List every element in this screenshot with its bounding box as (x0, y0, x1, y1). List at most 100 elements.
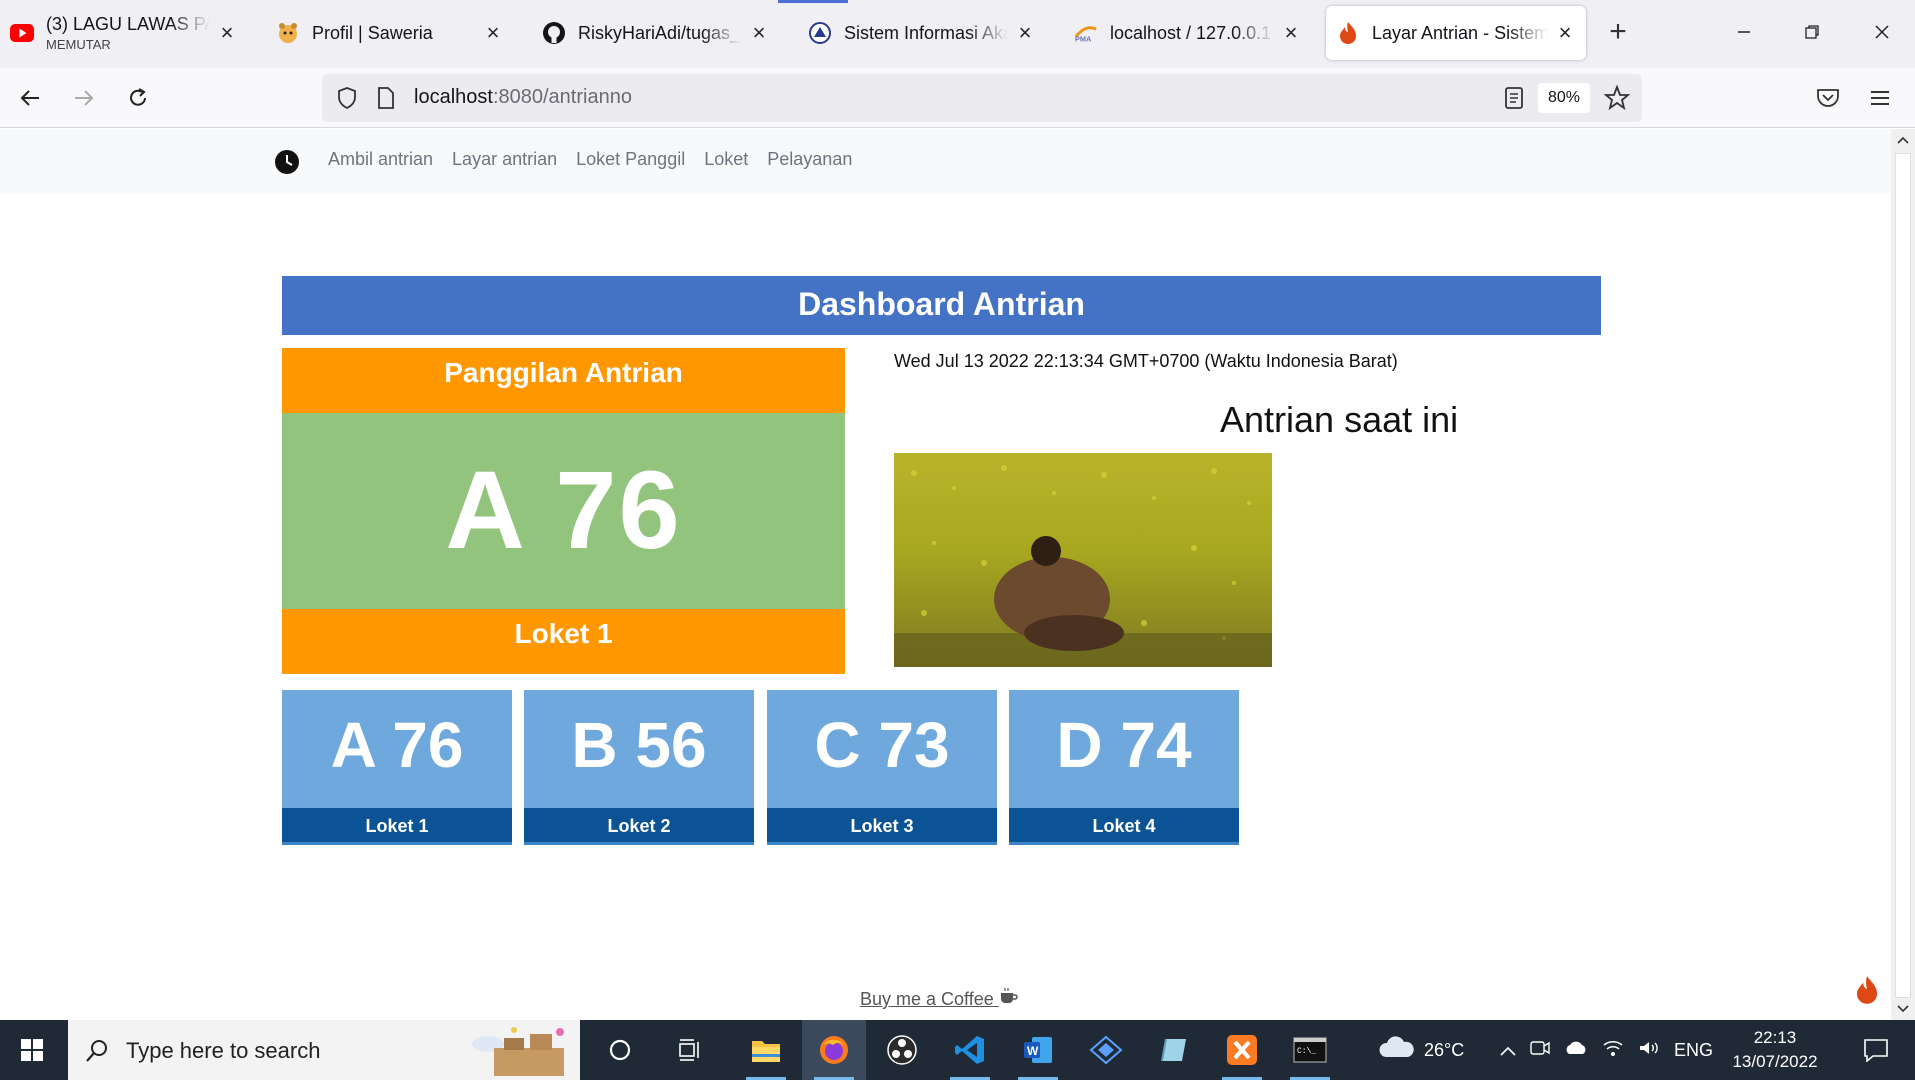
back-icon[interactable] (12, 80, 48, 116)
page-info-icon[interactable] (376, 86, 396, 115)
loket-card: B 56 Loket 2 (524, 690, 754, 845)
loket-queue-number: A 76 (282, 690, 512, 808)
onedrive-icon[interactable] (1564, 1040, 1588, 1061)
loket-label: Loket 1 (282, 808, 512, 845)
video-player[interactable] (894, 453, 1272, 667)
loket-card: C 73 Loket 3 (767, 690, 997, 845)
close-tab-icon[interactable]: × (748, 20, 770, 46)
taskbar-clock[interactable]: 22:13 13/07/2022 (1710, 1026, 1840, 1074)
vscode-icon[interactable] (938, 1020, 1002, 1080)
clock-icon[interactable] (274, 149, 300, 180)
buy-me-a-coffee-link[interactable]: Buy me a Coffee (860, 987, 1019, 1010)
nav-link-pelayanan[interactable]: Pelayanan (767, 149, 852, 170)
task-view-icon[interactable] (658, 1020, 722, 1080)
tab-youtube[interactable]: (3) LAGU LAWAS PALING ENAK MEMUTAR × (0, 6, 248, 60)
close-window-icon[interactable] (1862, 14, 1902, 50)
tab-saweria[interactable]: Profil | Saweria × (266, 6, 514, 60)
tab-siakad[interactable]: Sistem Informasi Akademik × (798, 6, 1046, 60)
current-call-panel: Panggilan Antrian A 76 Loket 1 (282, 348, 845, 674)
search-icon (84, 1038, 110, 1069)
scroll-down-icon[interactable] (1891, 998, 1915, 1020)
coffee-cup-icon (999, 988, 1019, 1009)
wifi-icon[interactable] (1602, 1039, 1624, 1062)
loket-queue-number: C 73 (767, 690, 997, 808)
search-highlight-illustration (464, 1024, 576, 1080)
phpmyadmin-icon: PMA (1074, 21, 1098, 45)
cloud-icon (1378, 1035, 1416, 1066)
pocket-icon[interactable] (1810, 80, 1846, 116)
new-tab-button[interactable]: + (1600, 14, 1636, 50)
forward-icon[interactable] (66, 80, 102, 116)
command-prompt-icon[interactable]: C:\_ (1278, 1020, 1342, 1080)
file-explorer-icon[interactable] (734, 1020, 798, 1080)
taskbar-search-box[interactable]: Type here to search (68, 1020, 580, 1080)
site-nav-links: Ambil antrian Layar antrian Loket Panggi… (328, 149, 852, 170)
microsoft-word-icon[interactable]: W (1006, 1020, 1070, 1080)
notes-app-icon[interactable] (1142, 1020, 1206, 1080)
network-tool-icon[interactable] (1074, 1020, 1138, 1080)
obs-studio-icon[interactable] (870, 1020, 934, 1080)
menu-hamburger-icon[interactable] (1862, 80, 1898, 116)
url-host: localhost (414, 86, 493, 108)
current-queue-number: A 76 (282, 413, 845, 609)
tab-github[interactable]: RiskyHariAdi/tugas_UAS × (532, 6, 780, 60)
tracking-shield-icon[interactable] (336, 86, 358, 115)
close-tab-icon[interactable]: × (1014, 20, 1036, 46)
browser-navigation-bar: localhost:8080/antrianno 80% (0, 68, 1915, 128)
loket-queue-number: B 56 (524, 690, 754, 808)
restore-icon[interactable] (1792, 14, 1832, 50)
minimize-icon[interactable] (1724, 14, 1764, 50)
browser-tab-strip: (3) LAGU LAWAS PALING ENAK MEMUTAR × Pro… (0, 0, 1915, 68)
loket-card: A 76 Loket 1 (282, 690, 512, 845)
cortana-icon[interactable] (588, 1020, 652, 1080)
svg-text:PMA: PMA (1075, 34, 1092, 43)
nav-link-layar-antrian[interactable]: Layar antrian (452, 149, 557, 170)
tab-layar-antrian[interactable]: Layar Antrian - Sistem Antrian × (1326, 6, 1586, 60)
saweria-icon (276, 21, 300, 45)
marquee-text: Antrian saat ini (1220, 399, 1458, 440)
language-indicator[interactable]: ENG (1674, 1040, 1713, 1061)
meet-now-icon[interactable] (1530, 1039, 1550, 1062)
weather-temperature: 26°C (1424, 1039, 1465, 1060)
current-loket-label: Loket 1 (282, 609, 845, 674)
address-bar[interactable]: localhost:8080/antrianno 80% (322, 74, 1642, 122)
close-tab-icon[interactable]: × (216, 20, 238, 46)
search-placeholder: Type here to search (126, 1038, 321, 1063)
reload-icon[interactable] (120, 80, 156, 116)
site-navbar: Ambil antrian Layar antrian Loket Panggi… (0, 129, 1891, 193)
codeigniter-debug-icon[interactable] (1854, 975, 1880, 1010)
scrollbar-thumb[interactable] (1895, 153, 1911, 998)
windows-start-icon[interactable] (0, 1020, 64, 1080)
loket-label: Loket 4 (1009, 808, 1239, 845)
scroll-up-icon[interactable] (1891, 129, 1915, 151)
nav-link-ambil-antrian[interactable]: Ambil antrian (328, 149, 433, 170)
call-panel-header: Panggilan Antrian (282, 348, 845, 413)
chevron-up-icon[interactable] (1500, 1040, 1516, 1061)
clock-time: 22:13 (1753, 1028, 1797, 1047)
clock-date: 13/07/2022 (1732, 1052, 1818, 1071)
loket-label: Loket 2 (524, 808, 754, 845)
notification-center-icon[interactable] (1846, 1020, 1906, 1080)
footer-link-label: Buy me a Coffee (860, 989, 994, 1009)
page-scrollbar[interactable] (1891, 129, 1915, 1020)
close-tab-icon[interactable]: × (1554, 20, 1576, 46)
close-tab-icon[interactable]: × (482, 20, 504, 46)
bookmark-star-icon[interactable] (1603, 84, 1631, 116)
xampp-icon[interactable] (1210, 1020, 1274, 1080)
volume-icon[interactable] (1638, 1039, 1660, 1062)
firefox-icon[interactable] (802, 1020, 866, 1080)
loket-queue-number: D 74 (1009, 690, 1239, 808)
zoom-level-button[interactable]: 80% (1537, 83, 1590, 113)
close-tab-icon[interactable]: × (1280, 20, 1302, 46)
tab-phpmyadmin[interactable]: PMA localhost / 127.0.0.1 | phpMyAdmin × (1064, 6, 1312, 60)
loket-label: Loket 3 (767, 808, 997, 845)
youtube-icon (10, 21, 34, 45)
weather-widget[interactable]: 26°C (1378, 1020, 1464, 1080)
nav-link-loket[interactable]: Loket (704, 149, 748, 170)
svg-text:C:\_: C:\_ (1297, 1047, 1316, 1056)
nav-link-loket-panggil[interactable]: Loket Panggil (576, 149, 685, 170)
url-path: :8080/antrianno (492, 86, 632, 108)
loket-card: D 74 Loket 4 (1009, 690, 1239, 845)
reader-view-icon[interactable] (1504, 86, 1524, 115)
url-text[interactable]: localhost:8080/antrianno (414, 86, 632, 109)
